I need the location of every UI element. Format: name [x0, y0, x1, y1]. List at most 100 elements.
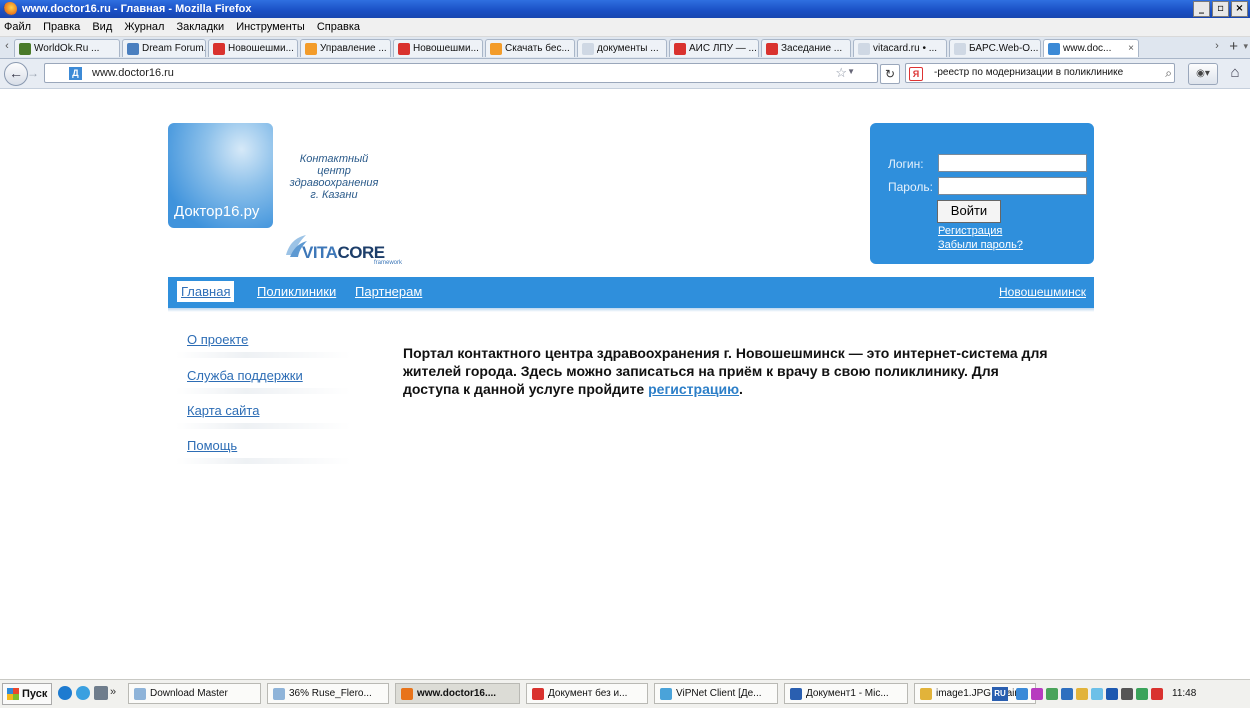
yandex-icon[interactable]: Я: [909, 67, 923, 81]
browser-tab[interactable]: Управление ...: [300, 39, 391, 57]
quicklaunch-ie-icon[interactable]: [76, 686, 90, 700]
restore-button[interactable]: ▫: [1212, 1, 1229, 17]
address-bar[interactable]: Д www.doctor16.ru ☆ ▼: [44, 63, 878, 83]
menu-history[interactable]: Журнал: [124, 21, 164, 33]
tab-label: Новошешми...: [228, 43, 294, 54]
intro-paragraph: Портал контактного центра здравоохранени…: [403, 344, 1053, 398]
language-indicator[interactable]: RU: [992, 686, 1008, 701]
browser-tab[interactable]: АИС ЛПУ — ...: [669, 39, 759, 57]
addon-button[interactable]: ◉▾: [1188, 63, 1218, 85]
nav-partners[interactable]: Партнерам: [355, 284, 422, 299]
side-item-label[interactable]: Карта сайта: [187, 403, 259, 418]
menu-file[interactable]: Файл: [4, 21, 31, 33]
menu-edit[interactable]: Правка: [43, 21, 80, 33]
taskbar-button[interactable]: ViPNet Client [Де...: [654, 683, 778, 704]
windows-flag-icon: [7, 688, 19, 700]
search-icon[interactable]: ⌕: [1165, 66, 1172, 81]
tab-list-icon[interactable]: ▾: [1243, 41, 1248, 52]
tray-hourglass-icon[interactable]: [1076, 687, 1088, 700]
taskbar-button[interactable]: www.doctor16....: [395, 683, 520, 704]
tab-favicon-icon: [954, 42, 966, 55]
tab-scroll-right-icon[interactable]: ›: [1212, 40, 1222, 54]
registration-link[interactable]: регистрацию: [648, 381, 739, 397]
menu-help[interactable]: Справка: [317, 21, 360, 33]
tab-favicon-icon: [858, 42, 870, 55]
city-link[interactable]: Новошешминск: [999, 285, 1086, 299]
login-panel: Логин: Пароль: Войти Регистрация Забыли …: [870, 123, 1094, 264]
browser-tab[interactable]: Заседание ...: [761, 39, 851, 57]
tray-shield-icon[interactable]: [1061, 687, 1073, 700]
search-bar[interactable]: Я -реестр по модернизации в поликлинике …: [905, 63, 1175, 83]
tab-label: Dream Forum...: [142, 43, 206, 54]
nav-home[interactable]: Главная: [177, 281, 235, 302]
side-item-support[interactable]: Служба поддержки: [176, 358, 351, 394]
tab-scroll-left-icon[interactable]: ‹: [2, 40, 12, 54]
history-dropdown-icon[interactable]: ▼: [847, 67, 855, 76]
browser-tab[interactable]: Скачать бес...: [485, 39, 575, 57]
browser-tab[interactable]: документы ...: [577, 39, 667, 57]
nav-clinics[interactable]: Поликлиники: [257, 284, 336, 299]
tab-close-icon[interactable]: ×: [1124, 43, 1134, 54]
window-title: www.doctor16.ru - Главная - Mozilla Fire…: [22, 3, 252, 15]
intro-end: .: [739, 381, 743, 397]
tray-volume-icon[interactable]: [1121, 687, 1133, 700]
site-logo[interactable]: Доктор16.ру: [168, 123, 273, 228]
vitacore-subtitle: framework: [374, 260, 403, 266]
browser-tab[interactable]: Новошешми...: [393, 39, 483, 57]
side-item-about[interactable]: О проекте: [176, 322, 351, 358]
back-button[interactable]: ←: [4, 62, 28, 86]
tray-app-icon[interactable]: [1031, 687, 1043, 700]
forgot-password-link[interactable]: Забыли пароль?: [938, 239, 1023, 251]
login-button[interactable]: Войти: [937, 200, 1001, 223]
start-button[interactable]: Пуск: [2, 683, 53, 705]
menu-tools[interactable]: Инструменты: [236, 21, 305, 33]
search-input[interactable]: -реестр по модернизации в поликлинике: [934, 67, 1123, 78]
new-tab-icon[interactable]: +: [1229, 38, 1238, 55]
close-button[interactable]: ×: [1231, 1, 1248, 17]
browser-tab[interactable]: WorldOk.Ru ...: [14, 39, 120, 57]
tray-vipnet-icon[interactable]: [1091, 687, 1103, 700]
taskbar-button-label: ViPNet Client [Де...: [676, 688, 762, 699]
tray-security-icon[interactable]: [1136, 687, 1148, 700]
password-input[interactable]: [938, 177, 1087, 195]
reload-button[interactable]: ↻: [880, 64, 900, 84]
system-clock: 11:48: [1172, 688, 1197, 699]
menu-bookmarks[interactable]: Закладки: [177, 21, 225, 33]
taskbar-app-icon: [273, 687, 285, 700]
quicklaunch-more-icon[interactable]: »: [110, 686, 120, 700]
bookmark-star-icon[interactable]: ☆: [835, 65, 847, 81]
browser-tab[interactable]: Новошешми...: [208, 39, 298, 57]
login-input[interactable]: [938, 154, 1087, 172]
tray-kaspersky-icon[interactable]: [1151, 687, 1163, 700]
tray-network-icon[interactable]: [1016, 687, 1028, 700]
main-navigation: Главная Поликлиники Партнерам Новошешмин…: [168, 277, 1094, 308]
menu-view[interactable]: Вид: [92, 21, 112, 33]
browser-tab[interactable]: vitacard.ru • ...: [853, 39, 947, 57]
tab-label: Управление ...: [320, 43, 387, 54]
browser-tab[interactable]: www.doc... ×: [1043, 39, 1139, 57]
window-controls: _ ▫ ×: [1193, 1, 1248, 17]
minimize-button[interactable]: _: [1193, 1, 1210, 17]
side-item-label[interactable]: Служба поддержки: [187, 368, 303, 383]
browser-tab[interactable]: БАРС.Web-О...: [949, 39, 1041, 57]
tray-download-icon[interactable]: [1106, 687, 1118, 700]
forward-button[interactable]: →: [27, 65, 43, 81]
taskbar-button[interactable]: Документ1 - Mic...: [784, 683, 908, 704]
address-url[interactable]: www.doctor16.ru: [92, 67, 174, 79]
taskbar-button[interactable]: Документ без и...: [526, 683, 648, 704]
login-label: Логин:: [888, 157, 924, 171]
tab-favicon-icon: [766, 42, 778, 55]
quicklaunch-globe-icon[interactable]: [58, 686, 72, 700]
browser-tab[interactable]: Dream Forum...: [122, 39, 206, 57]
taskbar-button[interactable]: Download Master: [128, 683, 261, 704]
side-item-label[interactable]: Помощь: [187, 438, 237, 453]
tab-label: vitacard.ru • ...: [873, 43, 938, 54]
side-item-sitemap[interactable]: Карта сайта: [176, 393, 351, 429]
side-item-help[interactable]: Помощь: [176, 428, 351, 464]
home-icon[interactable]: ⌂: [1224, 63, 1246, 83]
register-link[interactable]: Регистрация: [938, 225, 1002, 237]
tray-update-icon[interactable]: [1046, 687, 1058, 700]
quicklaunch-desktop-icon[interactable]: [94, 686, 108, 700]
side-item-label[interactable]: О проекте: [187, 332, 248, 347]
taskbar-button[interactable]: 36% Ruse_Flero...: [267, 683, 389, 704]
